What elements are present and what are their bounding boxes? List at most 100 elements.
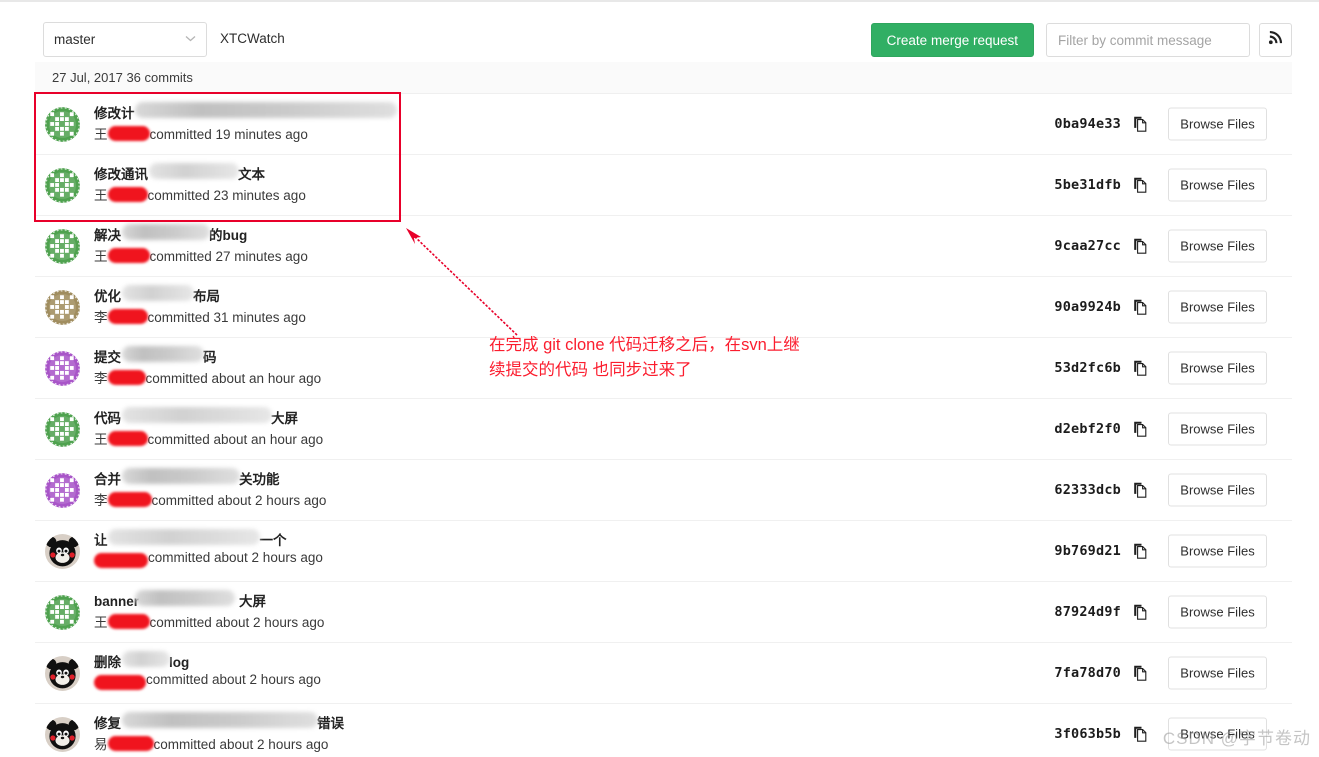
commit-hash[interactable]: 7fa78d70: [1054, 665, 1121, 681]
commit-row[interactable]: 让 一个 committed about 2 hours ago 9b769d21 B…: [35, 521, 1292, 582]
commit-message-prefix: 合并: [94, 472, 121, 487]
redaction-smudge: [121, 224, 210, 240]
browse-files-label: Browse Files: [1180, 238, 1255, 254]
commit-row[interactable]: 删除 log committed about 2 hours ago 7fa78d70…: [35, 643, 1292, 704]
browse-files-button[interactable]: Browse Files: [1168, 168, 1267, 202]
commits-date-header: 27 Jul, 2017 36 commits: [35, 62, 1292, 94]
copy-icon[interactable]: [1133, 665, 1149, 682]
browse-files-label: Browse Files: [1180, 726, 1255, 742]
commit-hash[interactable]: d2ebf2f0: [1054, 421, 1121, 437]
repository-name: XTCWatch: [220, 31, 285, 46]
commit-message-prefix: 修改计: [94, 106, 135, 121]
browse-files-button[interactable]: Browse Files: [1168, 229, 1267, 263]
copy-icon[interactable]: [1133, 726, 1149, 743]
commit-message-prefix: 删除: [94, 655, 121, 670]
commit-row[interactable]: 解决 的bug 王 committed 27 minutes ago 9caa27cc …: [35, 216, 1292, 277]
browse-files-label: Browse Files: [1180, 482, 1255, 498]
commit-message-suffix: 布局: [193, 289, 220, 304]
commit-list: 修改计王 committed 19 minutes ago 0ba94e33 Bro…: [35, 94, 1292, 757]
copy-icon[interactable]: [1133, 604, 1149, 621]
commit-row[interactable]: 提交码李 committed about an hour ago 53d2fc6b …: [35, 338, 1292, 399]
copy-icon[interactable]: [1133, 299, 1149, 316]
commit-hash[interactable]: 5be31dfb: [1054, 177, 1121, 193]
commit-message-prefix: 优化: [94, 289, 121, 304]
copy-icon[interactable]: [1133, 116, 1149, 133]
redaction-smudge: [149, 163, 240, 179]
browse-files-button[interactable]: Browse Files: [1168, 534, 1267, 568]
commit-time: committed 31 minutes ago: [147, 310, 306, 325]
commit-hash[interactable]: 53d2fc6b: [1054, 360, 1121, 376]
browse-files-label: Browse Files: [1180, 177, 1255, 193]
avatar: [45, 106, 80, 142]
commit-hash[interactable]: 0ba94e33: [1054, 116, 1121, 132]
commit-message-suffix: 文本: [238, 167, 265, 182]
create-merge-request-label: Create merge request: [886, 32, 1018, 48]
copy-icon[interactable]: [1133, 482, 1149, 499]
commit-message-suffix: 一个: [259, 533, 287, 548]
branch-selector[interactable]: master: [43, 22, 207, 57]
commit-author: 易: [94, 737, 108, 752]
commit-author: 王: [94, 615, 108, 630]
browse-files-button[interactable]: Browse Files: [1168, 290, 1267, 324]
commit-row[interactable]: 优化 布局李 committed 31 minutes ago 90a9924b Br…: [35, 277, 1292, 338]
redaction-smudge: [121, 468, 240, 484]
commit-message-suffix: 大屏: [239, 594, 267, 609]
avatar: [45, 533, 80, 569]
create-merge-request-button[interactable]: Create merge request: [870, 23, 1034, 57]
redaction-blob: [108, 187, 148, 202]
browse-files-button[interactable]: Browse Files: [1168, 473, 1267, 507]
avatar: [45, 594, 80, 630]
browse-files-button[interactable]: Browse Files: [1168, 107, 1267, 141]
commit-message-suffix: 的bug: [209, 228, 248, 243]
browse-files-label: Browse Files: [1180, 299, 1255, 315]
copy-icon[interactable]: [1133, 360, 1149, 377]
browse-files-button[interactable]: Browse Files: [1168, 351, 1267, 385]
redaction-smudge: [121, 407, 272, 423]
browse-files-label: Browse Files: [1180, 360, 1255, 376]
commit-message-suffix: 关功能: [239, 472, 280, 487]
commit-author: 李: [94, 493, 108, 508]
redaction-blob: [108, 370, 146, 385]
browse-files-button[interactable]: Browse Files: [1168, 595, 1267, 629]
commit-hash[interactable]: 87924d9f: [1054, 604, 1121, 620]
filter-commit-message-input[interactable]: [1046, 23, 1250, 57]
commit-message-prefix: 代码: [94, 411, 121, 426]
rss-icon: [1268, 30, 1283, 50]
commit-hash[interactable]: 62333dcb: [1054, 482, 1121, 498]
redaction-blob: [108, 126, 150, 141]
commit-row[interactable]: 修复 错误易 committed about 2 hours ago 3f063b5b…: [35, 704, 1292, 757]
copy-icon[interactable]: [1133, 238, 1149, 255]
commit-hash[interactable]: 90a9924b: [1054, 299, 1121, 315]
commit-hash[interactable]: 9b769d21: [1054, 543, 1121, 559]
copy-icon[interactable]: [1133, 177, 1149, 194]
commit-time: committed about 2 hours ago: [146, 672, 321, 687]
browse-files-button[interactable]: Browse Files: [1168, 412, 1267, 446]
copy-icon[interactable]: [1133, 421, 1149, 438]
commit-message-suffix: 错误: [317, 716, 344, 731]
avatar: [45, 655, 80, 691]
branch-name-label: master: [54, 32, 96, 47]
commit-author: 王: [94, 249, 108, 264]
copy-icon[interactable]: [1133, 543, 1149, 560]
commit-hash[interactable]: 3f063b5b: [1054, 726, 1121, 742]
commit-message-prefix: banner: [94, 594, 140, 609]
repository-toolbar: master XTCWatch Create merge request: [0, 4, 1319, 62]
redaction-smudge: [135, 102, 398, 118]
browse-files-button[interactable]: Browse Files: [1168, 656, 1267, 690]
commit-time: committed 19 minutes ago: [149, 127, 308, 142]
browse-files-button[interactable]: Browse Files: [1168, 717, 1267, 751]
commit-row[interactable]: 代码 大屏王 committed about an hour ago d2ebf2f0…: [35, 399, 1292, 460]
redaction-blob: [108, 492, 152, 507]
commit-message-prefix: 解决: [94, 228, 121, 243]
commit-message-prefix: 提交: [94, 350, 121, 365]
avatar: [45, 411, 80, 447]
avatar: [45, 167, 80, 203]
commit-row[interactable]: 修改计王 committed 19 minutes ago 0ba94e33 Bro…: [35, 94, 1292, 155]
commit-author: 李: [94, 310, 108, 325]
commit-hash[interactable]: 9caa27cc: [1054, 238, 1121, 254]
commit-time: committed 23 minutes ago: [147, 188, 306, 203]
commit-row[interactable]: 修改通讯 文本王 committed 23 minutes ago 5be31dfb …: [35, 155, 1292, 216]
commit-row[interactable]: 合并 关功能李 committed about 2 hours ago 62333dc…: [35, 460, 1292, 521]
commit-row[interactable]: banner 大屏王 committed about 2 hours ago 8792…: [35, 582, 1292, 643]
rss-feed-button[interactable]: [1259, 23, 1292, 57]
